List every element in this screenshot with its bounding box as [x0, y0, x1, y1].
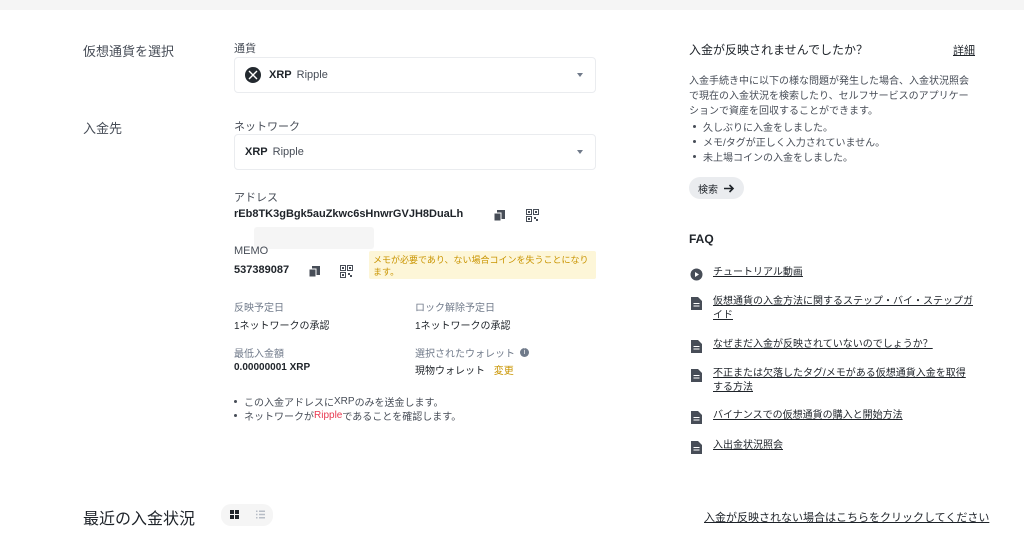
wallet-value-row: 現物ウォレット 変更: [415, 362, 514, 377]
info-icon[interactable]: i: [520, 348, 529, 357]
memo-qr-code-icon[interactable]: [338, 263, 354, 279]
min-deposit-label: 最低入金額: [234, 349, 284, 360]
currency-select[interactable]: XRP Ripple: [234, 57, 596, 93]
not-reflected-help-link[interactable]: 入金が反映されない場合はこちらをクリックしてください: [704, 509, 989, 525]
faq-item[interactable]: 入出金状況照会: [689, 439, 975, 454]
not-reflected-title: 入金が反映されませんでしたか？: [689, 43, 869, 57]
issue-item: メモ/タグが正しく入力されていません。: [693, 134, 885, 149]
issue-item: 未上場コインの入金をしました。: [693, 149, 885, 164]
network-label: ネットワーク: [234, 121, 300, 133]
grid-view-icon[interactable]: [229, 506, 239, 524]
document-icon: [689, 296, 703, 310]
not-reflected-description: 入金手続き中に以下の様な問題が発生した場合、入金状況照会で現在の入金状況を検索し…: [689, 76, 969, 117]
currency-label: 通貨: [234, 43, 256, 55]
memo-value: 537389087: [234, 264, 290, 276]
network-select[interactable]: XRP Ripple: [234, 134, 596, 170]
deposit-address: rEb8TK3gBgk5auZkwc6sHnwrGVJH8DuaLh: [234, 208, 464, 220]
note-item: ネットワークが Ripple であることを確認します。: [234, 408, 461, 423]
currency-symbol: XRP: [269, 69, 292, 81]
change-wallet-link[interactable]: 変更: [494, 366, 514, 377]
issue-item: 久しぶりに入金をしました。: [693, 119, 885, 134]
network-name: Ripple: [272, 146, 304, 158]
min-deposit-value: 0.00000001 XRP: [234, 362, 311, 373]
deposit-notes: この入金アドレスに XRP のみを送金します。 ネットワークが Ripple であること…: [234, 394, 461, 423]
tooltip-placeholder: [254, 227, 374, 249]
arrow-right-icon: [724, 183, 735, 193]
copy-address-icon[interactable]: [491, 207, 507, 223]
faq-item[interactable]: チュートリアル動画: [689, 266, 975, 281]
list-view-icon[interactable]: [255, 506, 265, 524]
currency-name: Ripple: [296, 69, 328, 81]
document-icon: [689, 339, 703, 353]
issue-list: 久しぶりに入金をしました。 メモ/タグが正しく入力されていません。 未上場コイン…: [693, 119, 885, 164]
xrp-coin-icon: [245, 67, 261, 83]
arrival-value: 1ネットワークの承認: [234, 321, 330, 332]
chevron-down-icon: [577, 150, 583, 154]
document-icon: [689, 410, 703, 424]
faq-title: FAQ: [689, 232, 714, 246]
wallet-label: 選択されたウォレット: [415, 349, 515, 360]
wallet-value: 現物ウォレット: [415, 366, 485, 377]
memo-warning: メモが必要であり、ない場合コインを失うことになります。: [369, 251, 596, 279]
qr-code-icon[interactable]: [524, 207, 540, 223]
arrival-label: 反映予定日: [234, 303, 284, 314]
address-label: アドレス: [234, 192, 278, 204]
top-band: [0, 0, 1024, 10]
unlock-label: ロック解除予定日: [415, 303, 495, 314]
note-item: この入金アドレスに XRP のみを送金します。: [234, 394, 461, 409]
document-icon: [689, 440, 703, 454]
view-toggle: [221, 504, 273, 526]
faq-item[interactable]: バイナンスでの仮想通貨の購入と開始方法: [689, 409, 975, 424]
unlock-value: 1ネットワークの承認: [415, 321, 511, 332]
memo-label: MEMO: [234, 245, 269, 257]
wallet-label-row: 選択されたウォレット i: [415, 345, 529, 360]
deposit-to-label: 入金先: [83, 121, 123, 136]
details-link[interactable]: 詳細: [953, 42, 975, 58]
select-crypto-label: 仮想通貨を選択: [83, 44, 175, 59]
faq-item[interactable]: 仮想通貨の入金方法に関するステップ・バイ・ステップガイド: [689, 295, 975, 323]
chevron-down-icon: [577, 73, 583, 77]
play-circle-icon: [689, 267, 703, 281]
document-icon: [689, 368, 703, 382]
faq-item[interactable]: 不正または欠落したタグ/メモがある仮想通貨入金を取得する方法: [689, 367, 975, 395]
network-symbol: XRP: [245, 146, 268, 158]
faq-item[interactable]: なぜまだ入金が反映されていないのでしょうか？: [689, 338, 975, 353]
search-button[interactable]: 検索: [689, 177, 744, 199]
recent-deposits-title: 最近の入金状況: [83, 511, 196, 528]
copy-memo-icon[interactable]: [306, 263, 322, 279]
